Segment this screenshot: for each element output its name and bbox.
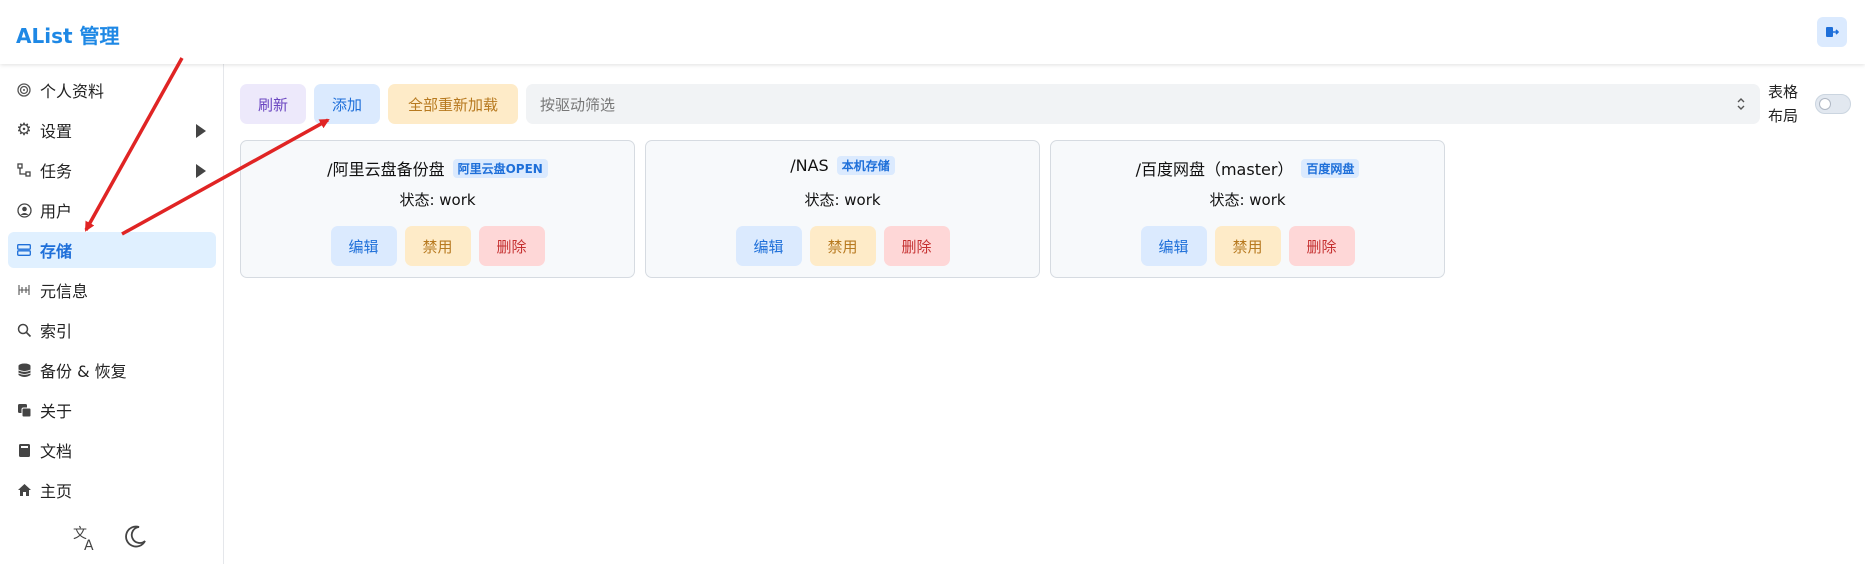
driver-filter-select[interactable]: 按驱动筛选 — [526, 84, 1760, 124]
meta-icon — [16, 282, 32, 298]
sidebar-item-label: 主页 — [40, 482, 73, 501]
chevron-updown-icon — [1737, 98, 1745, 110]
sidebar-item-index[interactable]: 索引 — [8, 312, 216, 348]
sidebar-item-label: 索引 — [40, 322, 73, 341]
top-header: AList 管理 — [0, 0, 1865, 64]
search-icon — [16, 322, 32, 338]
sidebar-item-label: 个人资料 — [40, 82, 105, 101]
user-circle-icon — [16, 202, 32, 218]
sidebar-item-storage[interactable]: 存储 — [8, 232, 216, 268]
logout-icon — [1826, 27, 1839, 37]
sidebar-item-profile[interactable]: 个人资料 — [8, 72, 216, 108]
sidebar-item-label: 用户 — [40, 202, 73, 221]
storage-card: /NAS 本机存储 状态: work 编辑 禁用 删除 — [645, 140, 1040, 278]
svg-text:A: A — [84, 538, 94, 552]
sidebar-item-label: 备份 & 恢复 — [40, 362, 127, 381]
driver-badge: 本机存储 — [836, 156, 895, 175]
add-button[interactable]: 添加 — [314, 84, 380, 124]
task-icon — [16, 162, 32, 178]
sidebar-item-docs[interactable]: 文档 — [8, 432, 216, 468]
logout-button[interactable] — [1817, 17, 1847, 47]
sidebar-item-label: 任务 — [40, 162, 73, 181]
driver-badge: 阿里云盘OPEN — [452, 158, 548, 178]
book-icon — [16, 442, 32, 458]
expand-arrow-icon — [196, 124, 206, 138]
table-layout-label: 表格布局 — [1768, 83, 1799, 125]
driver-filter-placeholder: 按驱动筛选 — [540, 95, 616, 114]
sidebar-item-users[interactable]: 用户 — [8, 192, 216, 228]
dark-mode-icon[interactable] — [122, 524, 148, 556]
app-title: AList 管理 — [16, 24, 120, 48]
disable-button[interactable]: 禁用 — [809, 226, 876, 266]
sidebar-item-home[interactable]: 主页 — [8, 472, 216, 508]
storage-path: /百度网盘（master） — [1135, 160, 1294, 179]
storage-status: 状态: work — [1209, 191, 1286, 209]
delete-button[interactable]: 删除 — [1288, 226, 1355, 266]
edit-button[interactable]: 编辑 — [735, 226, 802, 266]
storage-path: /阿里云盘备份盘 — [327, 160, 445, 179]
sidebar-item-tasks[interactable]: 任务 — [8, 152, 216, 188]
driver-badge: 百度网盘 — [1301, 158, 1360, 178]
toggle-knob — [1819, 98, 1831, 110]
language-icon[interactable]: 文A — [72, 524, 100, 556]
disable-button[interactable]: 禁用 — [404, 226, 471, 266]
storage-icon — [16, 242, 32, 258]
sidebar-item-label: 文档 — [40, 442, 73, 461]
storage-status: 状态: work — [399, 191, 476, 209]
reload-all-button[interactable]: 全部重新加载 — [388, 84, 518, 124]
sidebar-item-settings[interactable]: ⚙ 设置 — [8, 112, 216, 148]
sidebar: 个人资料 ⚙ 设置 任务 用户 存储 元信息 索引 备份 & 恢复 关于 文档 … — [0, 64, 224, 564]
sidebar-item-label: 元信息 — [40, 282, 89, 301]
sidebar-item-label: 关于 — [40, 402, 73, 421]
disable-button[interactable]: 禁用 — [1214, 226, 1281, 266]
storage-card: /百度网盘（master） 百度网盘 状态: work 编辑 禁用 删除 — [1050, 140, 1445, 278]
refresh-button[interactable]: 刷新 — [240, 84, 306, 124]
sidebar-item-backup[interactable]: 备份 & 恢复 — [8, 352, 216, 388]
copy-icon — [16, 402, 32, 418]
edit-button[interactable]: 编辑 — [330, 226, 397, 266]
storage-status: 状态: work — [804, 191, 881, 209]
table-layout-toggle[interactable] — [1815, 94, 1851, 114]
delete-button[interactable]: 删除 — [883, 226, 950, 266]
gear-icon: ⚙ — [16, 120, 32, 140]
home-icon — [16, 482, 32, 498]
sidebar-item-label: 存储 — [40, 242, 73, 261]
database-icon — [16, 362, 32, 378]
sidebar-item-label: 设置 — [40, 122, 73, 141]
storage-path: /NAS — [790, 156, 829, 175]
storage-card: /阿里云盘备份盘 阿里云盘OPEN 状态: work 编辑 禁用 删除 — [240, 140, 635, 278]
edit-button[interactable]: 编辑 — [1140, 226, 1207, 266]
sidebar-item-meta[interactable]: 元信息 — [8, 272, 216, 308]
delete-button[interactable]: 删除 — [478, 226, 545, 266]
fingerprint-icon — [16, 82, 32, 98]
sidebar-item-about[interactable]: 关于 — [8, 392, 216, 428]
expand-arrow-icon — [196, 164, 206, 178]
